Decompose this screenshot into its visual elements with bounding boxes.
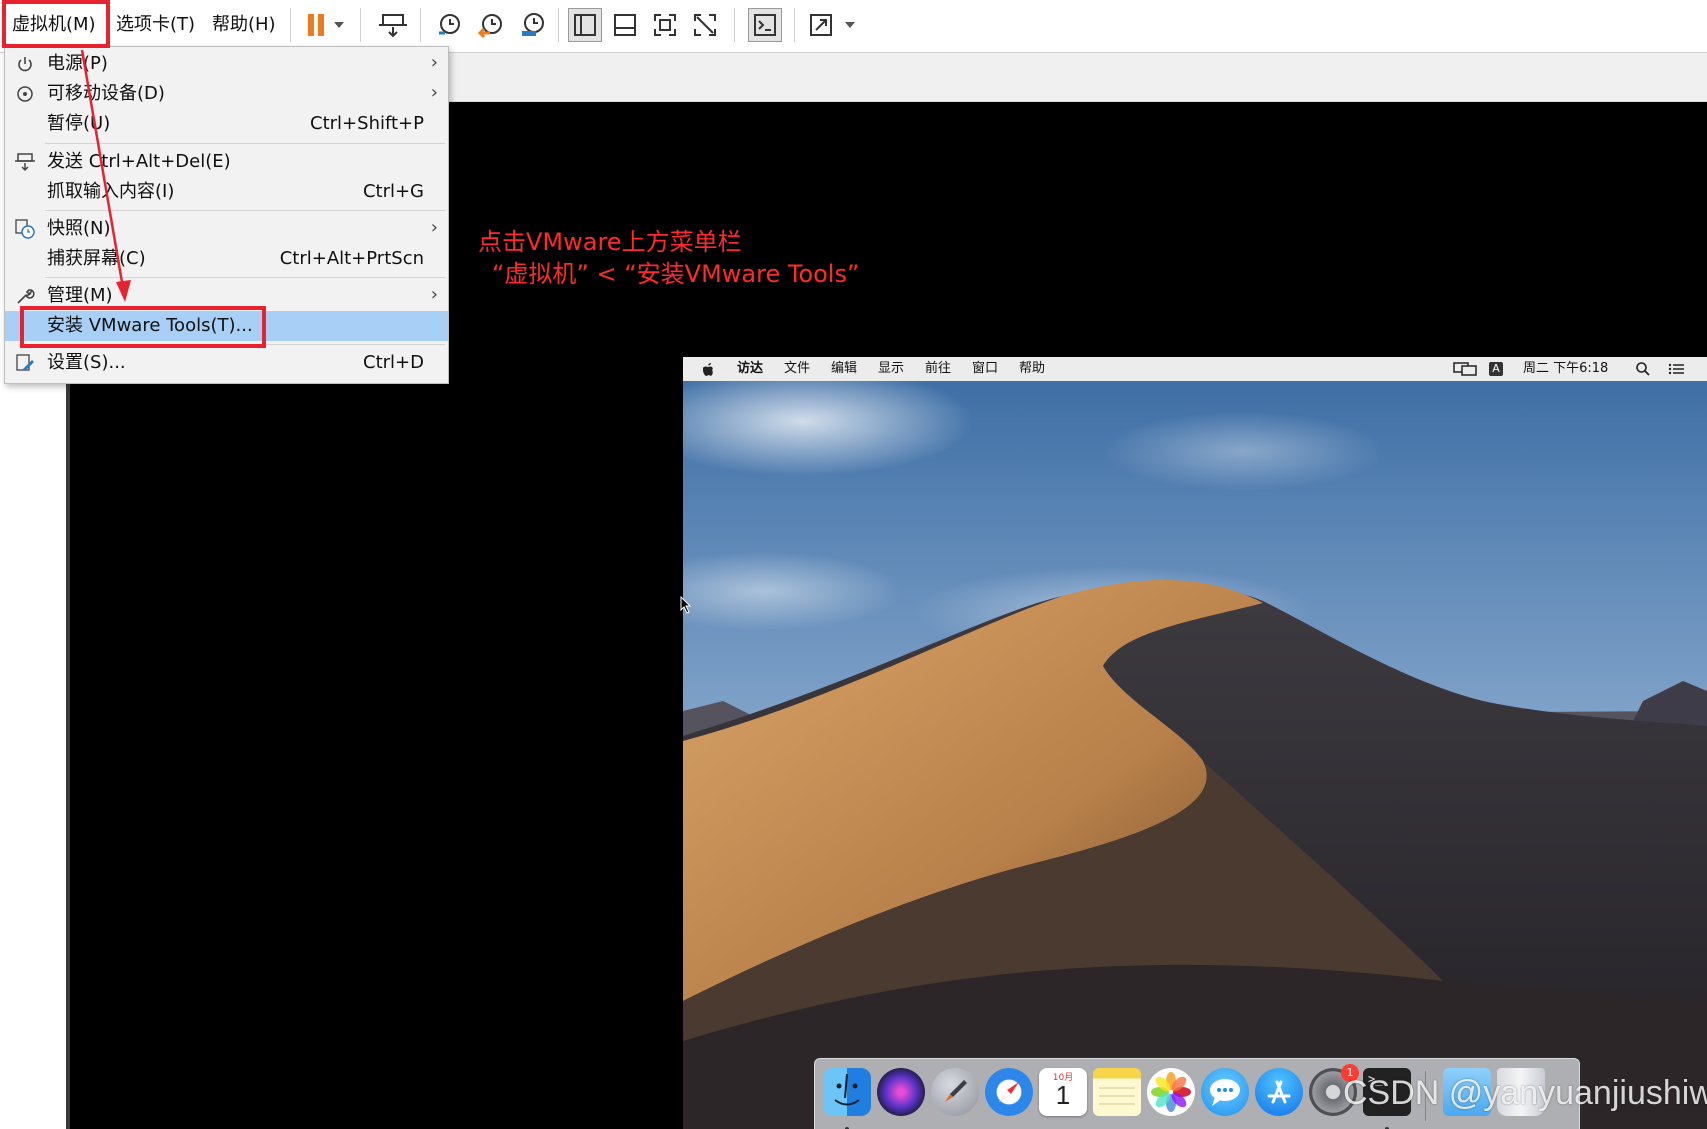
finder-icon[interactable]	[823, 1068, 871, 1116]
snapshot-clock-icon	[439, 14, 460, 35]
stretch-button[interactable]	[806, 8, 862, 42]
stretch-icon	[810, 14, 855, 36]
display-mirror-icon[interactable]	[1453, 357, 1477, 381]
menu-shortcut: Ctrl+Shift+P	[310, 113, 424, 134]
submenu-arrow-icon: ›	[430, 284, 438, 305]
notification-center-icon[interactable]	[1668, 357, 1686, 381]
annotation-arrow	[80, 49, 131, 302]
app-store-icon[interactable]	[1255, 1068, 1303, 1116]
menu-shortcut: Ctrl+G	[362, 181, 424, 202]
apple-icon[interactable]	[701, 357, 715, 381]
annotation-text: 点击VMware上方菜单栏 “虚拟机” < “安装VMware Tools”	[478, 226, 859, 290]
snapshot-button[interactable]	[432, 8, 466, 42]
photos-icon[interactable]	[1147, 1068, 1195, 1116]
snapshot-manager-icon	[522, 13, 544, 36]
toolbar-separator	[734, 8, 735, 42]
toolbar-separator	[558, 8, 559, 42]
thumbnail-layout-icon	[614, 14, 636, 36]
pause-button[interactable]	[300, 8, 350, 42]
watermark: CSDN @yanyuanjiushiwo	[1343, 1074, 1707, 1112]
mac-menu-edit[interactable]: 编辑	[831, 357, 857, 381]
mac-menu-view[interactable]: 显示	[878, 357, 904, 381]
fullscreen-button[interactable]	[648, 8, 682, 42]
desktop-wallpaper	[683, 366, 1707, 1129]
messages-icon[interactable]	[1201, 1068, 1249, 1116]
toolbar-separator	[290, 8, 291, 42]
calendar-icon[interactable]: 10月 1	[1039, 1068, 1087, 1116]
siri-icon[interactable]	[877, 1068, 925, 1116]
fullscreen-icon	[654, 14, 676, 36]
send-cad-button[interactable]	[376, 8, 410, 42]
send-keys-icon	[379, 14, 407, 38]
mac-menu-finder[interactable]: 访达	[737, 357, 763, 381]
unity-icon	[694, 14, 716, 36]
pause-icon	[308, 14, 344, 36]
show-thumbnail-button[interactable]	[608, 8, 642, 42]
settings-icon	[14, 352, 36, 374]
snapshot-manager-button[interactable]	[516, 8, 550, 42]
menu-help[interactable]: 帮助(H)	[206, 10, 282, 40]
console-icon	[754, 14, 776, 36]
unity-button[interactable]	[688, 8, 722, 42]
show-library-button[interactable]	[568, 8, 602, 42]
mac-menu-go[interactable]: 前往	[925, 357, 951, 381]
spotlight-search-icon[interactable]	[1635, 357, 1651, 381]
toolbar-separator	[794, 8, 795, 42]
calendar-day: 1	[1055, 1080, 1071, 1110]
mac-clock[interactable]: 周二 下午6:18	[1523, 357, 1608, 381]
revert-clock-icon	[477, 14, 502, 39]
toolbar-separator	[360, 8, 361, 42]
library-layout-icon	[574, 14, 596, 36]
submenu-arrow-icon: ›	[430, 82, 438, 103]
submenu-arrow-icon: ›	[430, 217, 438, 238]
safari-icon[interactable]	[985, 1068, 1033, 1116]
notes-icon[interactable]	[1093, 1068, 1141, 1116]
submenu-arrow-icon: ›	[430, 52, 438, 73]
menu-shortcut: Ctrl+Alt+PrtScn	[279, 248, 424, 269]
guest-desktop[interactable]: 访达 文件 编辑 显示 前往 窗口 帮助 A 周二 下午6:18 10月 1 1…	[683, 357, 1707, 1129]
input-source-badge[interactable]: A	[1489, 362, 1503, 376]
mac-menu-help[interactable]: 帮助	[1019, 357, 1045, 381]
toolbar-separator	[420, 8, 421, 42]
mac-menu-window[interactable]: 窗口	[972, 357, 998, 381]
mac-menubar: 访达 文件 编辑 显示 前往 窗口 帮助 A 周二 下午6:18	[683, 357, 1707, 381]
revert-snapshot-button[interactable]	[474, 8, 508, 42]
mouse-pointer-icon	[680, 595, 692, 618]
menu-item-label: 设置(S)...	[47, 352, 126, 373]
launchpad-icon[interactable]	[931, 1068, 979, 1116]
annotation-line-1: 点击VMware上方菜单栏	[478, 228, 742, 256]
menu-shortcut: Ctrl+D	[363, 352, 424, 373]
console-view-button[interactable]	[748, 8, 782, 42]
annotation-line-2: “虚拟机” < “安装VMware Tools”	[492, 260, 860, 288]
menu-item-settings[interactable]: 设置(S)... Ctrl+D	[5, 348, 448, 378]
mac-menu-file[interactable]: 文件	[784, 357, 810, 381]
